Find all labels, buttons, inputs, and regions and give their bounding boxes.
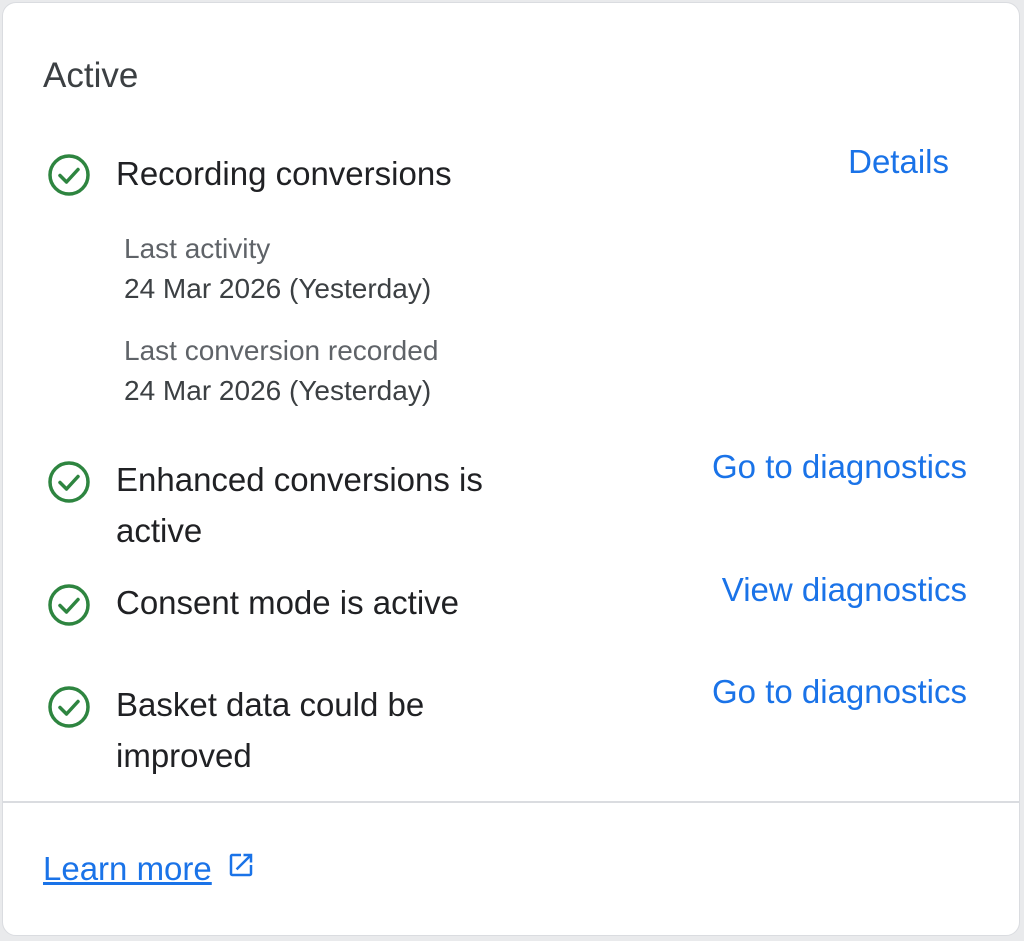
status-label-enhanced: Enhanced conversions is active (116, 454, 483, 556)
last-conversion: Last conversion recorded 24 Mar 2026 (Ye… (124, 331, 438, 411)
view-diagnostics-link[interactable]: View diagnostics (722, 570, 967, 610)
check-circle-icon (47, 685, 91, 729)
check-circle-icon (47, 460, 91, 504)
basket-go-to-diagnostics-link[interactable]: Go to diagnostics (712, 672, 967, 712)
status-label-recording: Recording conversions (116, 155, 452, 192)
last-activity: Last activity 24 Mar 2026 (Yesterday) (124, 229, 431, 309)
last-conversion-label: Last conversion recorded (124, 335, 439, 366)
status-card: Active Recording conversions Details Las… (2, 2, 1020, 936)
enhanced-go-to-diagnostics-link[interactable]: Go to diagnostics (712, 447, 967, 487)
status-row-enhanced: Enhanced conversions is active Go to dia… (47, 448, 967, 558)
status-label-enhanced-line2: active (116, 512, 203, 549)
status-row-basket: Basket data could be improved Go to diag… (47, 673, 967, 783)
check-circle-icon (47, 583, 91, 627)
status-row-consent: Consent mode is active View diagnostics (47, 571, 967, 631)
learn-more-link[interactable]: Learn more (43, 849, 256, 889)
status-label-basket-line2: improved (116, 737, 252, 774)
check-circle-icon (47, 153, 91, 197)
card-title: Active (43, 56, 139, 95)
last-conversion-value: 24 Mar 2026 (Yesterday) (124, 375, 432, 406)
open-in-new-icon (212, 849, 256, 889)
status-label-enhanced-line1: Enhanced conversions is (116, 461, 483, 498)
details-link[interactable]: Details (848, 142, 949, 182)
footer-divider (3, 801, 1019, 803)
learn-more-label: Learn more (43, 850, 212, 887)
status-label-consent: Consent mode is active (116, 584, 460, 621)
last-activity-value: 24 Mar 2026 (Yesterday) (124, 273, 432, 304)
status-label-basket: Basket data could be improved (116, 679, 424, 781)
status-label-basket-line1: Basket data could be (116, 686, 425, 723)
last-activity-label: Last activity (124, 233, 271, 264)
